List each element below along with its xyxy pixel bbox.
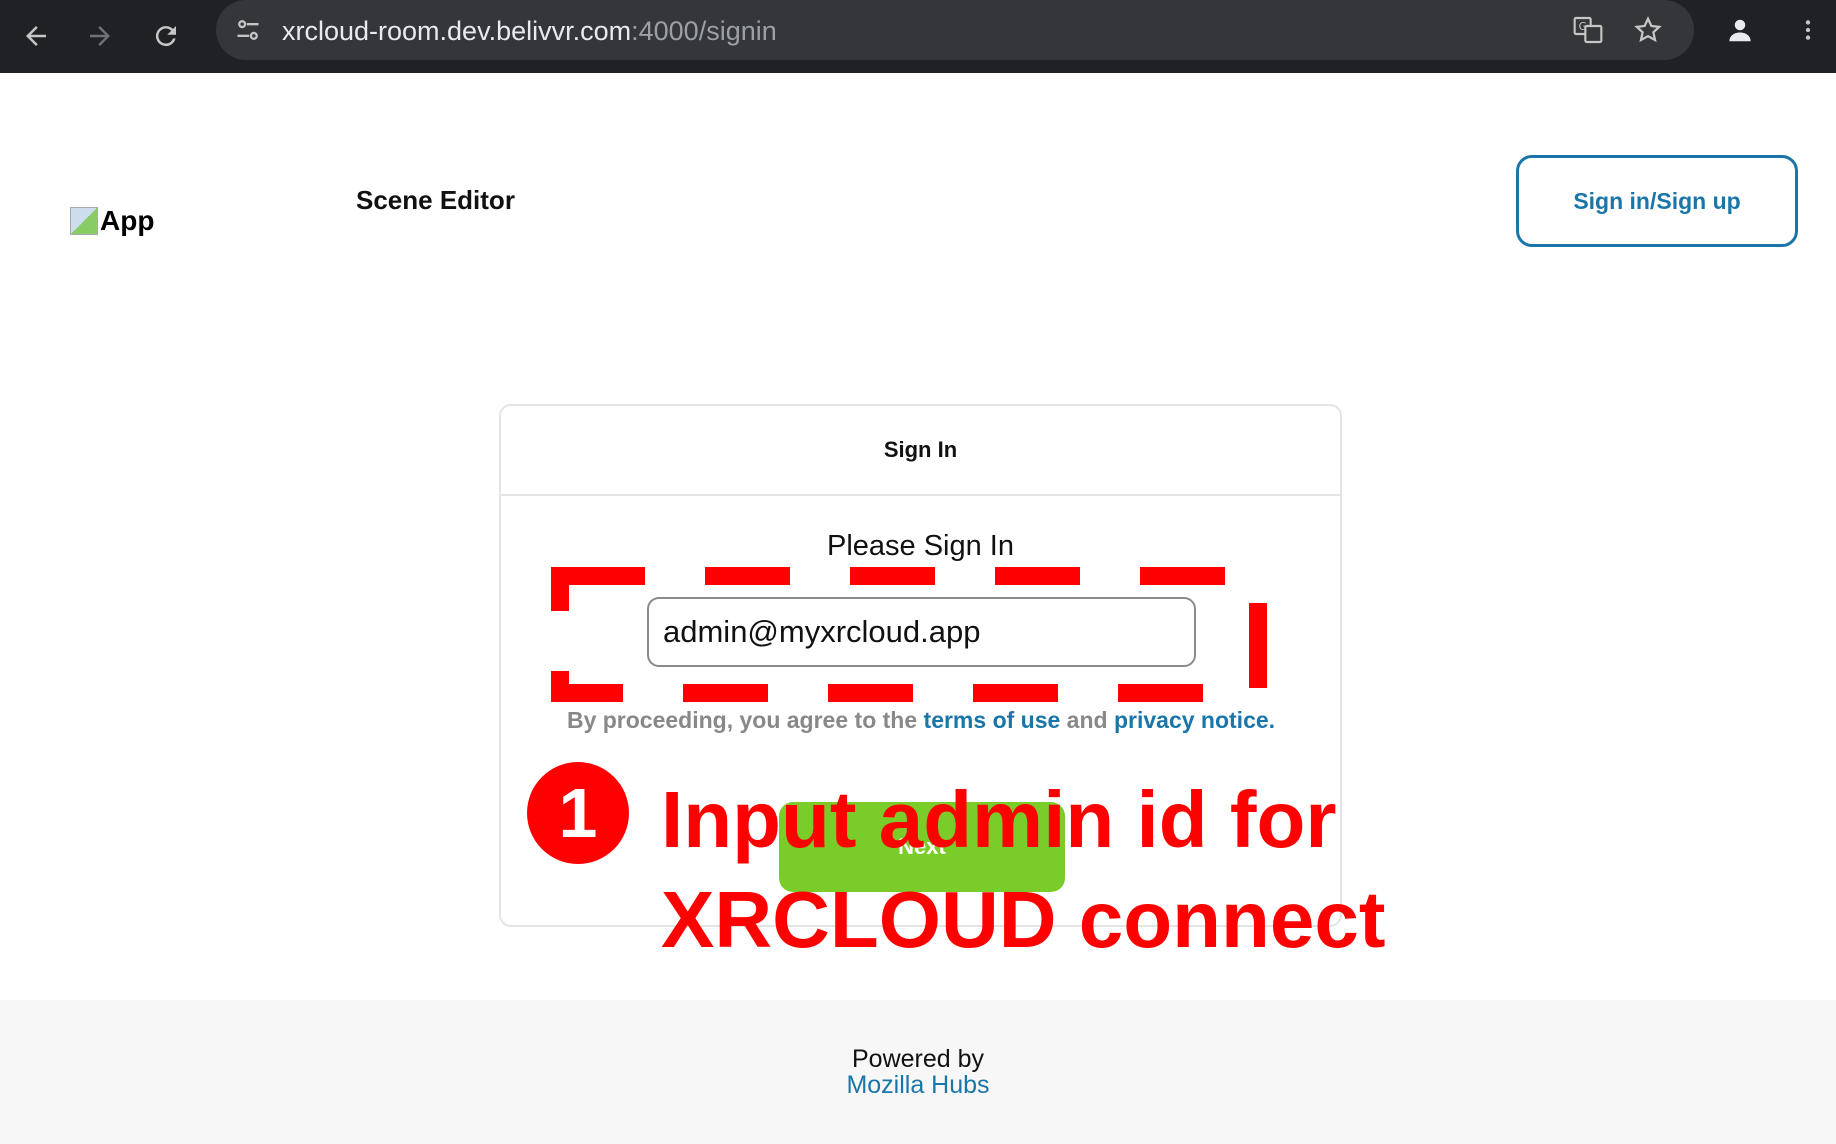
callout-line-1: Input admin id for [661, 775, 1337, 864]
callout-line-2: XRCLOUD connect [661, 875, 1386, 964]
highlight-dashed-box [551, 567, 1267, 702]
step-number-badge: 1 [527, 762, 629, 864]
instruction-callout: Input admin id for XRCLOUD connect [661, 770, 1386, 970]
